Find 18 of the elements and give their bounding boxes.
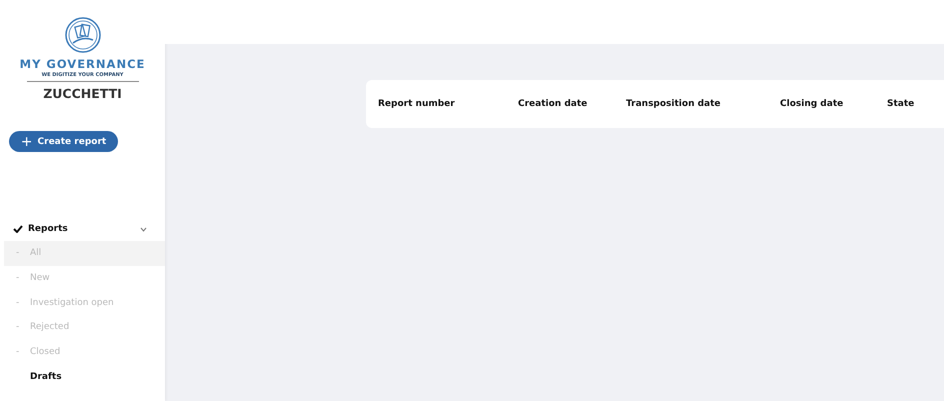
company-name: ZUCCHETTI xyxy=(43,86,122,101)
checkmark-icon xyxy=(13,225,23,233)
sidebar-item[interactable]: - Closed xyxy=(4,340,165,364)
chevron-icon xyxy=(140,226,147,232)
column-header: Creation date xyxy=(518,99,588,109)
sidebar-item[interactable]: - Investigation open xyxy=(4,290,165,316)
sidebar-item[interactable]: - New xyxy=(4,266,165,290)
reports-section-header[interactable]: Reports xyxy=(0,217,165,241)
column-header: Transposition date xyxy=(626,99,722,109)
sidebar-item[interactable]: Drafts xyxy=(4,364,165,390)
sidebar-item[interactable]: - All xyxy=(4,241,165,266)
column-header: State xyxy=(887,99,916,109)
sidebar-item[interactable]: - Rejected xyxy=(4,315,165,340)
column-header: Report number xyxy=(378,99,456,109)
brand-title: MY GOVERNANCE xyxy=(20,57,146,71)
column-header: Closing date xyxy=(780,99,844,109)
logo-icon xyxy=(64,16,102,54)
create-report-button[interactable]: + Create report xyxy=(9,131,118,152)
